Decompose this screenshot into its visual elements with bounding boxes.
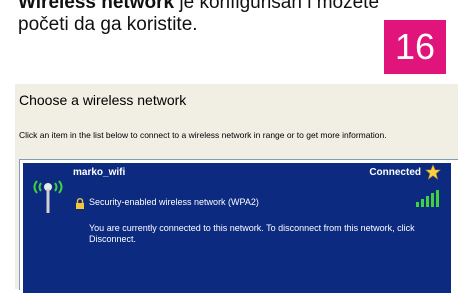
network-item[interactable]: marko_wifi Connected Security-enabled wi… (23, 163, 451, 293)
wireless-antenna-icon (33, 180, 63, 213)
dialog-description: Click an item in the list below to conne… (19, 130, 387, 140)
dialog-title: Choose a wireless network (19, 92, 187, 108)
star-icon (425, 164, 441, 180)
connection-message: You are currently connected to this netw… (89, 223, 415, 244)
instruction-bold: Wireless network (18, 0, 175, 13)
security-label: Security-enabled wireless network (WPA2) (89, 197, 259, 207)
network-list[interactable]: marko_wifi Connected Security-enabled wi… (19, 159, 458, 293)
instruction-rest: je konfigurisan i možete (174, 0, 380, 13)
network-name: marko_wifi (73, 167, 126, 178)
lock-icon (76, 198, 84, 209)
instruction-line-2: početi da ga koristite. (18, 14, 198, 35)
wireless-dialog: Choose a wireless network Click an item … (15, 84, 458, 293)
instruction-line-1: Wireless network je konfigurisan i možet… (18, 0, 379, 14)
connection-status: Connected (369, 167, 421, 178)
step-number-badge: 16 (384, 20, 446, 74)
signal-strength-icon (416, 190, 439, 207)
